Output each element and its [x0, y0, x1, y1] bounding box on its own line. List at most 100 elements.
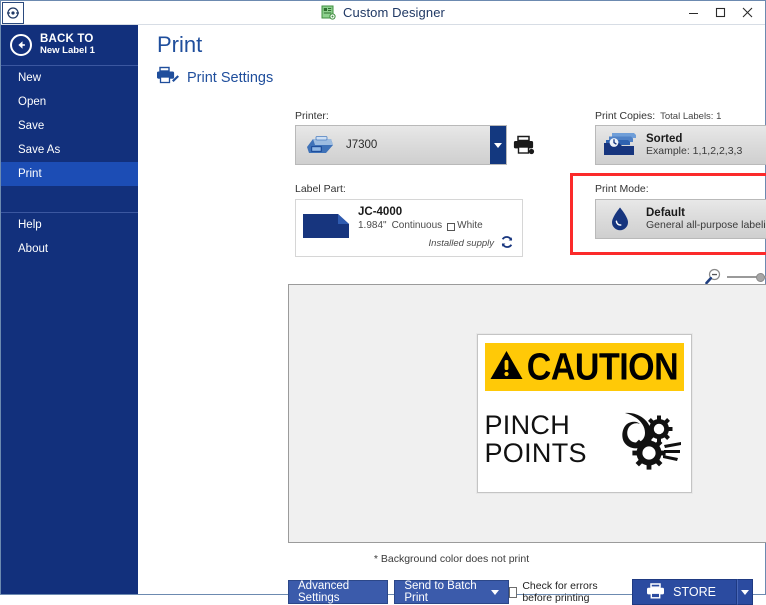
- label-part-type: Continuous: [392, 220, 443, 231]
- label-part-size: 1.984": [358, 220, 387, 231]
- sidebar-item-about[interactable]: About: [1, 237, 138, 261]
- printer-device-icon: [296, 126, 344, 164]
- sidebar: BACK TO New Label 1 New Open Save Save A…: [1, 25, 138, 594]
- print-copies-section: Print Copies: Total Labels: 1: [595, 110, 766, 165]
- print-copies-label: Print Copies:: [595, 110, 655, 122]
- label-part-color: White: [457, 220, 483, 231]
- caution-text: CAUTION: [527, 348, 678, 386]
- window-title: Custom Designer: [343, 5, 445, 20]
- hazard-text-line1: PINCH: [485, 412, 618, 440]
- print-mode-value-wrap: Default General all-purpose labeling: [644, 200, 766, 238]
- zoom-slider[interactable]: [727, 270, 766, 284]
- total-labels-text: Total Labels: 1: [660, 111, 721, 122]
- sidebar-item-label: Save: [18, 120, 44, 132]
- store-button-group: STORE: [632, 579, 753, 605]
- document-icon: [321, 5, 336, 20]
- warning-triangle-icon: [490, 350, 523, 385]
- back-arrow-icon: [10, 34, 32, 56]
- sidebar-item-help[interactable]: Help: [1, 213, 138, 237]
- print-copies-mode: Sorted: [646, 133, 766, 145]
- label-part-color-wrap: White: [447, 220, 483, 231]
- chevron-down-icon: [491, 590, 499, 595]
- print-mode-section: Print Mode: Default General all-purpose …: [595, 183, 766, 239]
- printer-value: J7300: [346, 139, 490, 151]
- sorted-copies-icon: [596, 126, 644, 164]
- pinch-point-gears-icon: [618, 409, 684, 471]
- sidebar-item-print[interactable]: Print: [1, 162, 138, 186]
- title-bar-center: Custom Designer: [1, 1, 765, 24]
- label-body: PINCH POINTS: [485, 391, 684, 484]
- printer-label: Printer:: [295, 110, 540, 122]
- check-errors-checkbox[interactable]: Check for errors before printing: [509, 580, 623, 604]
- print-settings-label: Print Settings: [187, 70, 273, 86]
- installed-supply-note: Installed supply: [429, 238, 494, 249]
- store-button[interactable]: STORE: [632, 579, 737, 605]
- checkbox-icon[interactable]: [509, 587, 517, 598]
- print-copies-row: Sorted Example: 1,1,2,2,3,3 1: [595, 125, 766, 165]
- sidebar-item-label: Help: [18, 219, 42, 231]
- close-button[interactable]: [734, 2, 761, 24]
- app-icon: [2, 2, 24, 24]
- store-dropdown-button[interactable]: [737, 579, 753, 605]
- maximize-button[interactable]: [707, 2, 734, 24]
- printer-select[interactable]: J7300: [295, 125, 507, 165]
- print-mode-title: Default: [646, 207, 766, 219]
- check-errors-label: Check for errors before printing: [522, 580, 623, 604]
- installed-supply-row: Installed supply: [429, 235, 514, 252]
- main-content: Print Print Settings Printer:: [138, 25, 765, 594]
- sidebar-item-label: Save As: [18, 144, 60, 156]
- store-label: STORE: [673, 585, 716, 599]
- print-test-page-icon[interactable]: [513, 134, 535, 156]
- color-swatch-icon: [447, 223, 455, 231]
- sidebar-item-label: Open: [18, 96, 46, 108]
- background-color-note: * Background color does not print: [138, 553, 765, 565]
- title-bar: Custom Designer: [1, 1, 765, 25]
- printer-value-wrap: J7300: [344, 126, 490, 164]
- label-preview-panel[interactable]: CAUTION PINCH POINTS: [288, 284, 766, 543]
- printer-row: J7300: [295, 125, 540, 165]
- printer-dropdown-arrow[interactable]: [490, 126, 506, 164]
- back-to-button[interactable]: BACK TO New Label 1: [1, 25, 138, 65]
- send-to-batch-print-button[interactable]: Send to Batch Print: [394, 580, 509, 604]
- sidebar-item-label: New: [18, 72, 41, 84]
- print-settings-header: Print Settings: [157, 66, 273, 89]
- print-copies-example: Example: 1,1,2,2,3,3: [646, 145, 766, 157]
- bottom-toolbar-right: Check for errors before printing: [509, 579, 753, 605]
- advanced-settings-button[interactable]: Advanced Settings: [288, 580, 388, 604]
- sidebar-item-save[interactable]: Save: [1, 114, 138, 138]
- back-to-subtitle: New Label 1: [40, 46, 95, 57]
- zoom-slider-thumb[interactable]: [756, 273, 765, 282]
- label-roll-icon: [302, 206, 358, 252]
- sidebar-item-label: About: [18, 243, 48, 255]
- label-part-spec: 1.984" Continuous White: [358, 220, 514, 231]
- label-part-card[interactable]: JC-4000 1.984" Continuous White Installe…: [295, 199, 523, 257]
- sidebar-item-new[interactable]: New: [1, 66, 138, 90]
- minimize-button[interactable]: [680, 2, 707, 24]
- hazard-text: PINCH POINTS: [485, 412, 618, 467]
- advanced-settings-label: Advanced Settings: [298, 580, 378, 604]
- sidebar-item-save-as[interactable]: Save As: [1, 138, 138, 162]
- sidebar-item-label: Print: [18, 168, 42, 180]
- window-body: BACK TO New Label 1 New Open Save Save A…: [1, 25, 765, 594]
- print-settings-icon: [157, 66, 179, 89]
- print-copies-value-wrap: Sorted Example: 1,1,2,2,3,3: [644, 126, 766, 164]
- back-to-text: BACK TO New Label 1: [40, 33, 95, 57]
- refresh-icon[interactable]: [500, 235, 514, 252]
- print-copies-select[interactable]: Sorted Example: 1,1,2,2,3,3: [595, 125, 766, 165]
- bottom-toolbar: Advanced Settings Send to Batch Print Ch…: [288, 579, 753, 605]
- caution-banner: CAUTION: [485, 343, 684, 391]
- page-title: Print: [157, 32, 202, 58]
- window-controls: [680, 1, 765, 24]
- label-part-name: JC-4000: [358, 206, 514, 218]
- application-window: Custom Designer: [0, 0, 766, 595]
- printer-section: Printer: J73: [295, 110, 540, 165]
- store-printer-icon: [647, 583, 664, 602]
- print-mode-select[interactable]: Default General all-purpose labeling: [595, 199, 766, 239]
- label-preview: CAUTION PINCH POINTS: [477, 334, 692, 493]
- print-mode-description: General all-purpose labeling: [646, 219, 766, 231]
- sidebar-item-open[interactable]: Open: [1, 90, 138, 114]
- print-mode-label: Print Mode:: [595, 183, 766, 195]
- label-part-section: Label Part: JC-4000 1.984" Continuous: [295, 183, 523, 257]
- label-part-label: Label Part:: [295, 183, 523, 195]
- send-to-batch-print-label: Send to Batch Print: [404, 580, 485, 604]
